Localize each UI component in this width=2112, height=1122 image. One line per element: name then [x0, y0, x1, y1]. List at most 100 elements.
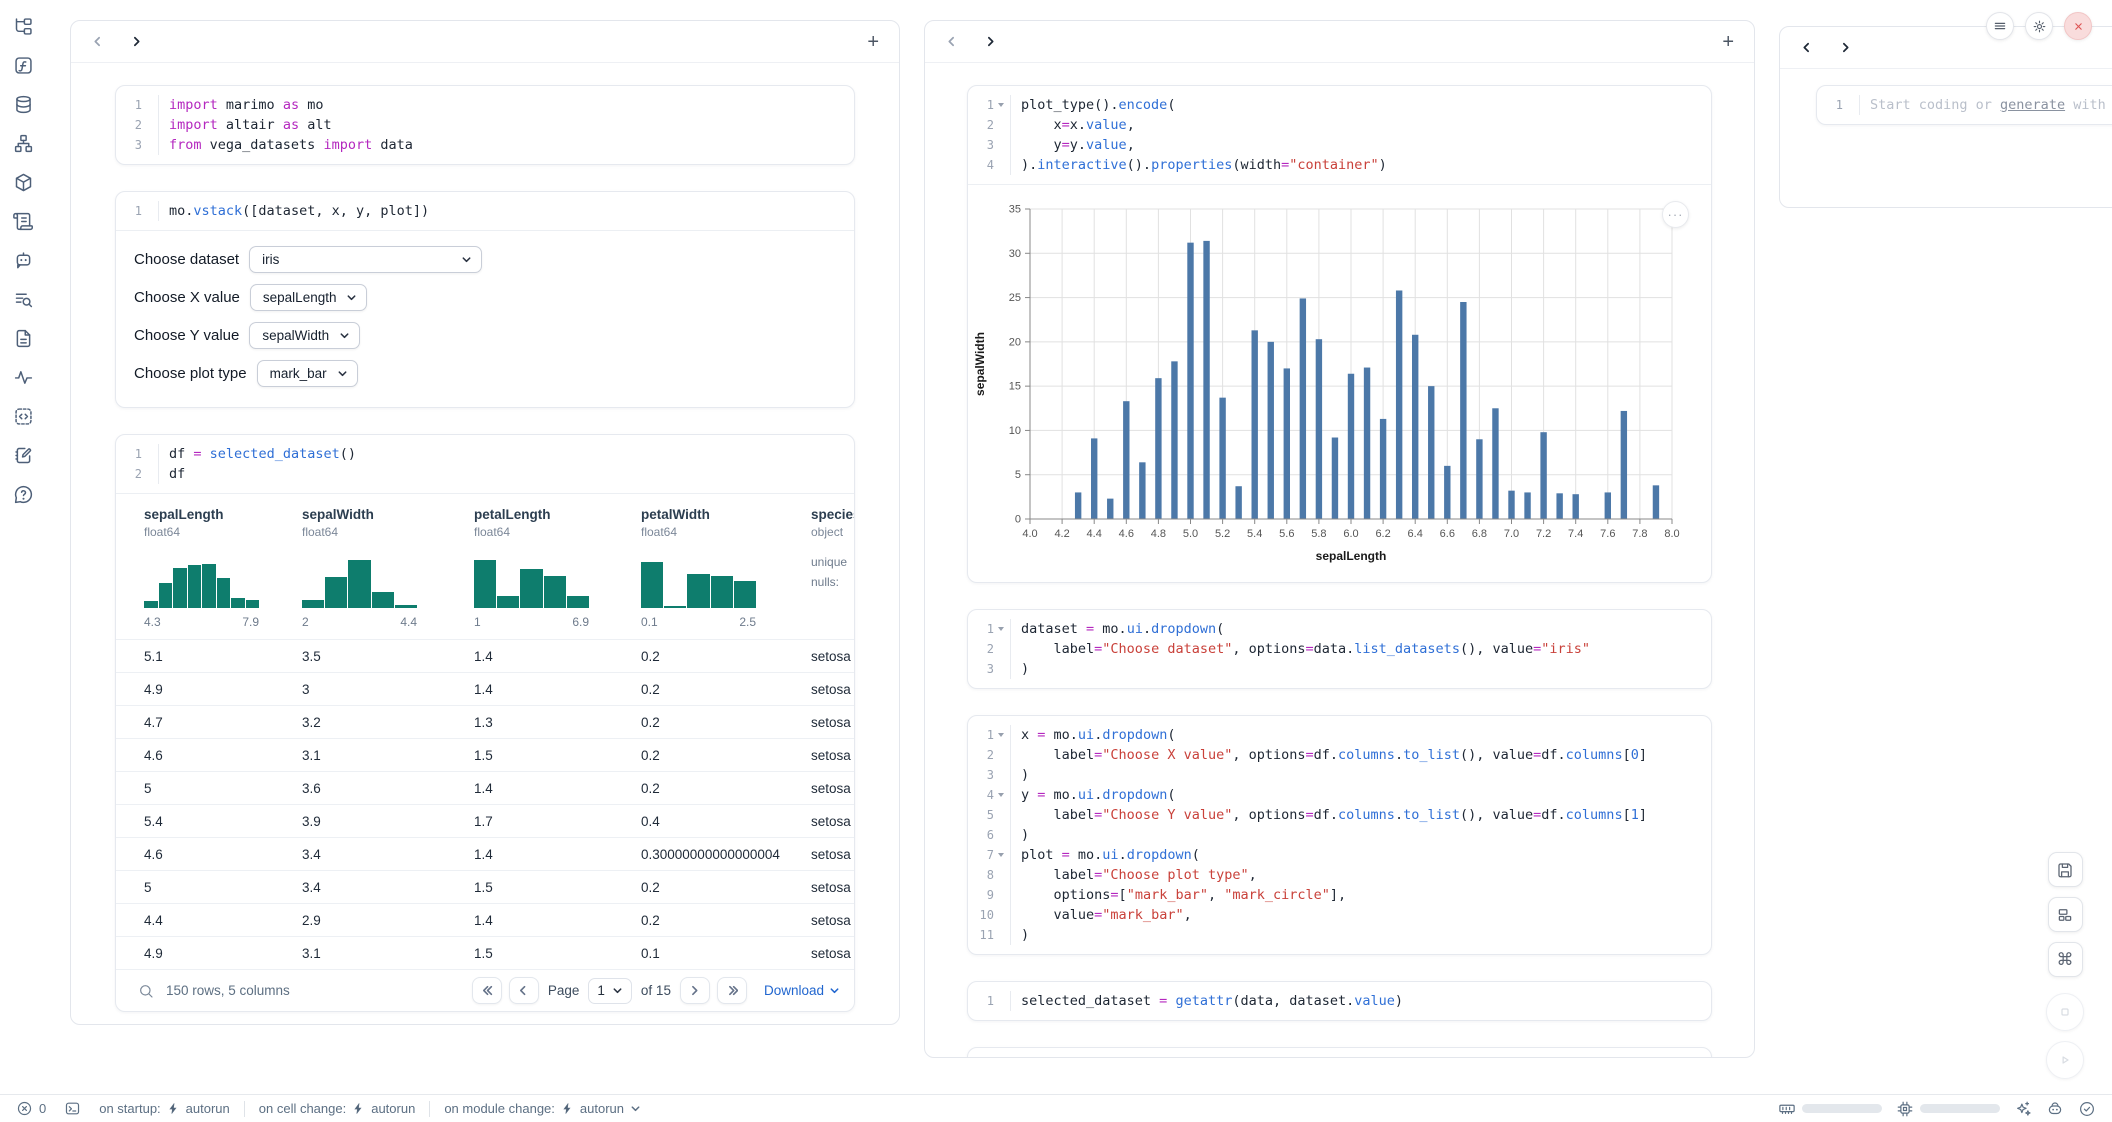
sidebar-item-outputs[interactable] — [11, 404, 35, 428]
dataset-select[interactable]: iris — [249, 246, 482, 273]
code-line[interactable]: 3from vega_datasets import data — [116, 135, 854, 155]
keyboard-shortcuts-button[interactable]: ⌘ — [2048, 942, 2083, 977]
code-line[interactable]: 3) — [968, 659, 1711, 679]
code-line[interactable]: 3 y=y.value, — [968, 135, 1711, 155]
table-row[interactable]: 4.63.41.40.30000000000000004setosa — [116, 837, 854, 870]
table-row[interactable]: 5.13.51.40.2setosa — [116, 639, 854, 672]
table-row[interactable]: 53.61.40.2setosa — [116, 771, 854, 804]
fold-marker-icon[interactable] — [994, 785, 1008, 805]
code-line[interactable]: 1Start coding or generate with AI — [1817, 95, 2112, 115]
table-row[interactable]: 53.41.50.2setosa — [116, 870, 854, 903]
sidebar-item-documentation[interactable] — [11, 326, 35, 350]
code-line[interactable]: 4y = mo.ui.dropdown( — [968, 785, 1711, 805]
table-row[interactable]: 4.42.91.40.2setosa — [116, 903, 854, 936]
first-page-button[interactable] — [472, 977, 502, 1004]
page-number-select[interactable]: 1 — [588, 978, 632, 1004]
code-line[interactable]: 3) — [968, 765, 1711, 785]
copilot-status[interactable] — [2046, 1100, 2064, 1118]
sidebar-item-logs[interactable] — [11, 209, 35, 233]
save-button[interactable] — [2048, 852, 2083, 887]
on-startup-setting[interactable]: on startup: autorun — [99, 1101, 230, 1116]
fold-marker-icon[interactable] — [994, 95, 1008, 115]
code-line[interactable]: 1df = selected_dataset() — [116, 444, 854, 464]
column-header[interactable]: petalWidthfloat640.12.5 — [629, 494, 799, 639]
menu-button[interactable] — [1986, 12, 2014, 40]
cpu-usage[interactable] — [1896, 1100, 2000, 1118]
code-line[interactable]: 1dataset = mo.ui.dropdown( — [968, 619, 1711, 639]
code-editor[interactable]: 1df = selected_dataset()2df — [116, 435, 854, 493]
code-editor[interactable]: 1mo.vstack([dataset, x, y, plot]) — [116, 192, 854, 230]
sidebar-item-help[interactable] — [11, 482, 35, 506]
column-next-button[interactable] — [130, 35, 143, 48]
fold-marker-icon[interactable] — [994, 619, 1008, 639]
add-cell-button[interactable]: + — [1722, 32, 1734, 52]
column-next-button[interactable] — [984, 35, 997, 48]
altair-chart[interactable]: 4.04.24.44.64.85.05.25.45.65.86.06.26.46… — [970, 197, 1711, 574]
code-editor[interactable]: 1plot_type().encode(2 x=x.value,3 y=y.va… — [968, 86, 1711, 184]
on-cell-change-setting[interactable]: on cell change: autorun — [259, 1101, 416, 1116]
code-line[interactable]: 2 x=x.value, — [968, 115, 1711, 135]
stop-button[interactable] — [2046, 993, 2084, 1031]
table-row[interactable]: 4.63.11.50.2setosa — [116, 738, 854, 771]
sidebar-item-snippets[interactable] — [11, 287, 35, 311]
ai-assist-button[interactable] — [2014, 1100, 2032, 1118]
fold-marker-icon[interactable] — [994, 845, 1008, 865]
code-editor[interactable]: 1Start coding or generate with AI — [1817, 86, 2112, 124]
table-row[interactable]: 5.43.91.70.4setosa — [116, 804, 854, 837]
code-line[interactable]: 9 options=["mark_bar", "mark_circle"], — [968, 885, 1711, 905]
sidebar-item-scratchpad[interactable] — [11, 443, 35, 467]
next-page-button[interactable] — [680, 977, 710, 1004]
sidebar-item-variables[interactable] — [11, 53, 35, 77]
column-next-button[interactable] — [1839, 41, 1852, 54]
code-line[interactable]: 1plot_type().encode( — [968, 95, 1711, 115]
sidebar-item-dependencies[interactable] — [11, 131, 35, 155]
code-line[interactable]: 11) — [968, 925, 1711, 945]
prev-page-button[interactable] — [509, 977, 539, 1004]
sidebar-item-datasources[interactable] — [11, 92, 35, 116]
column-header[interactable]: sepalWidthfloat6424.4 — [290, 494, 462, 639]
download-button[interactable]: Download — [764, 983, 840, 998]
code-editor[interactable]: 1dataset = mo.ui.dropdown(2 label="Choos… — [968, 610, 1711, 688]
on-module-change-setting[interactable]: on module change: autorun — [444, 1101, 641, 1116]
column-header[interactable]: petalLengthfloat6416.9 — [462, 494, 629, 639]
code-editor[interactable]: 1plot_type = getattr(alt.Chart(df), plot… — [968, 1048, 1711, 1058]
table-row[interactable]: 4.73.21.30.2setosa — [116, 705, 854, 738]
chart-options-button[interactable]: ··· — [1662, 201, 1689, 228]
code-line[interactable]: 1selected_dataset = getattr(data, datase… — [968, 991, 1711, 1011]
settings-button[interactable] — [2025, 12, 2053, 40]
fold-marker-icon[interactable] — [994, 725, 1008, 745]
shutdown-button[interactable] — [2064, 12, 2092, 40]
sidebar-item-tracing[interactable] — [11, 365, 35, 389]
code-line[interactable]: 10 value="mark_bar", — [968, 905, 1711, 925]
column-prev-button[interactable] — [1800, 41, 1813, 54]
search-icon[interactable] — [138, 983, 154, 999]
run-button[interactable] — [2046, 1041, 2084, 1079]
error-count-indicator[interactable]: 0 — [16, 1100, 46, 1117]
plot-type-select[interactable]: mark_bar — [257, 360, 358, 387]
terminal-button[interactable] — [64, 1100, 81, 1117]
code-editor[interactable]: 1import marimo as mo2import altair as al… — [116, 86, 854, 164]
column-prev-button[interactable] — [945, 35, 958, 48]
code-line[interactable]: 1x = mo.ui.dropdown( — [968, 725, 1711, 745]
layout-button[interactable] — [2048, 897, 2083, 932]
memory-usage[interactable] — [1778, 1100, 1882, 1118]
column-prev-button[interactable] — [91, 35, 104, 48]
code-line[interactable]: 8 label="Choose plot type", — [968, 865, 1711, 885]
code-line[interactable]: 1mo.vstack([dataset, x, y, plot]) — [116, 201, 854, 221]
column-header[interactable]: speciesobjectuniquenulls: — [799, 494, 854, 639]
code-line[interactable]: 2 label="Choose X value", options=df.col… — [968, 745, 1711, 765]
code-line[interactable]: 6) — [968, 825, 1711, 845]
code-line[interactable]: 1import marimo as mo — [116, 95, 854, 115]
code-line[interactable]: 7plot = mo.ui.dropdown( — [968, 845, 1711, 865]
y-value-select[interactable]: sepalWidth — [249, 322, 360, 349]
sidebar-item-files[interactable] — [11, 14, 35, 38]
last-page-button[interactable] — [717, 977, 747, 1004]
sidebar-item-packages[interactable] — [11, 170, 35, 194]
code-line[interactable]: 2import altair as alt — [116, 115, 854, 135]
code-line[interactable]: 5 label="Choose Y value", options=df.col… — [968, 805, 1711, 825]
add-cell-button[interactable]: + — [867, 32, 879, 52]
table-row[interactable]: 4.931.40.2setosa — [116, 672, 854, 705]
table-row[interactable]: 4.93.11.50.1setosa — [116, 936, 854, 969]
code-line[interactable]: 4).interactive().properties(width="conta… — [968, 155, 1711, 175]
code-line[interactable]: 2df — [116, 464, 854, 484]
